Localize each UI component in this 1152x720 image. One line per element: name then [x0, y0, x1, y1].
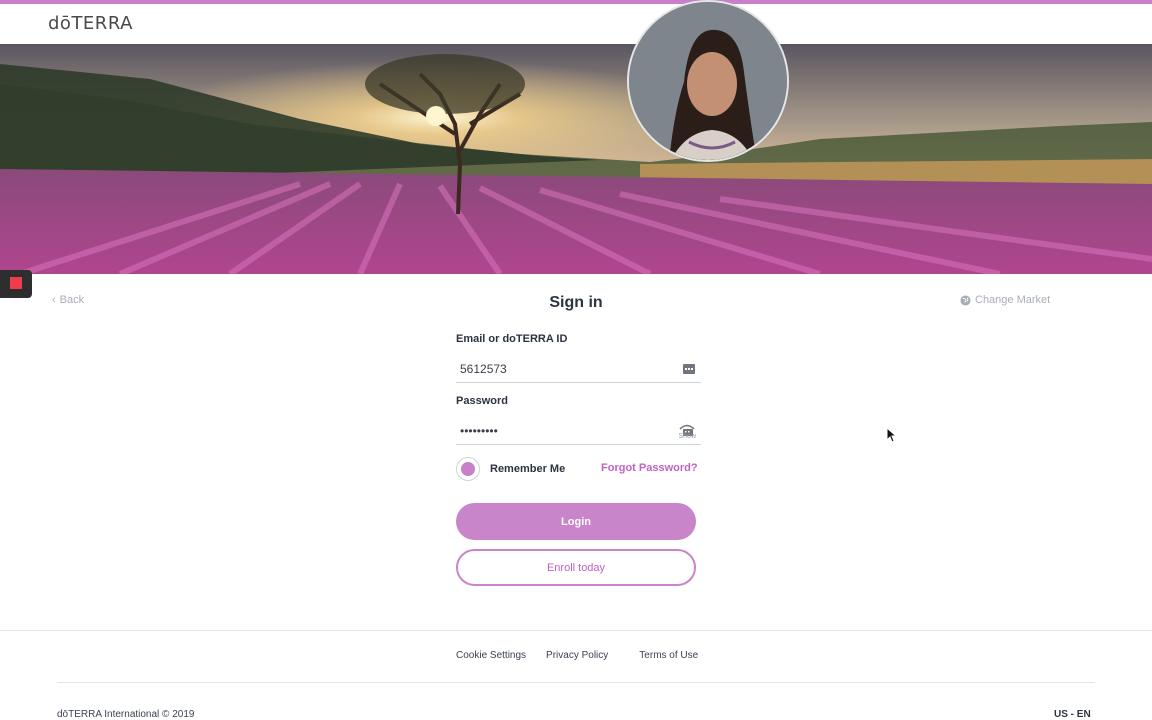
footer-link-privacy-policy[interactable]: Privacy Policy — [546, 650, 608, 661]
remember-me-toggle[interactable] — [456, 457, 480, 481]
chevron-left-icon: ‹ — [52, 294, 56, 306]
back-link[interactable]: ‹ Back — [52, 294, 84, 306]
email-field[interactable] — [456, 357, 666, 381]
footer-links: Cookie Settings Privacy Policy Terms of … — [456, 650, 698, 661]
email-field-wrapper — [456, 357, 701, 383]
forgot-password-link[interactable]: Forgot Password? — [601, 462, 698, 474]
record-icon — [10, 277, 22, 289]
site-header: dōTERRA — [0, 4, 1152, 44]
copyright-text: dōTERRA International © 2019 — [57, 709, 195, 720]
locale-selector[interactable]: US - EN — [1054, 709, 1091, 720]
copyright: dōTERRA International © 2019 — [57, 709, 194, 720]
lavender-field-image — [0, 44, 1152, 274]
presenter-photo — [629, 2, 787, 160]
footer-divider-bottom — [57, 682, 1095, 683]
change-market-label: Change Market — [975, 294, 1051, 306]
remember-me-label: Remember Me — [490, 463, 566, 475]
keyboard-icon[interactable] — [683, 361, 695, 379]
recording-indicator[interactable] — [0, 270, 32, 298]
password-field-wrapper: Show — [456, 419, 701, 445]
password-label: Password — [456, 395, 508, 407]
remember-me[interactable]: Remember Me — [456, 457, 565, 481]
page-title: Sign in — [549, 294, 603, 311]
footer-link-cookie-settings[interactable]: Cookie Settings — [456, 650, 526, 661]
email-label: Email or doTERRA ID — [456, 333, 568, 345]
presenter-avatar — [627, 0, 789, 162]
show-password-label[interactable]: Show — [678, 433, 696, 440]
login-button[interactable]: Login — [456, 503, 696, 540]
back-label: Back — [59, 294, 85, 306]
globe-icon — [960, 294, 971, 306]
doterra-logo[interactable]: dōTERRA — [48, 13, 133, 34]
enroll-button[interactable]: Enroll today — [456, 549, 696, 586]
change-market-link[interactable]: Change Market — [960, 294, 1050, 306]
footer-divider — [0, 630, 1152, 631]
mouse-cursor-icon — [886, 427, 898, 443]
hero-banner — [0, 44, 1152, 274]
footer-link-terms-of-use[interactable]: Terms of Use — [639, 650, 698, 661]
password-field[interactable] — [456, 419, 666, 443]
remember-me-checked-dot — [461, 462, 475, 476]
